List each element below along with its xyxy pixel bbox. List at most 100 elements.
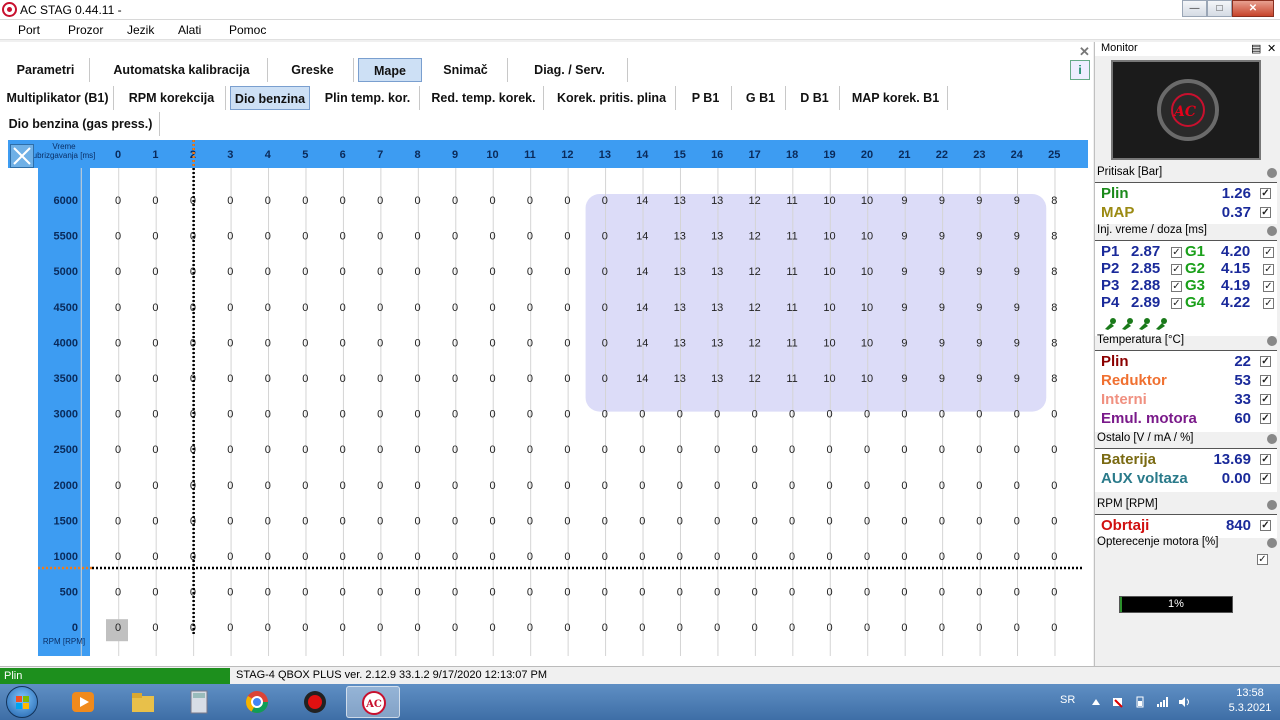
tray-arrow-icon[interactable]	[1090, 696, 1102, 708]
taskbar-recorder[interactable]	[288, 686, 342, 718]
monitor-checkbox[interactable]: ✓	[1260, 207, 1271, 218]
map-cell: 9	[1014, 266, 1020, 278]
column-header: 5	[302, 149, 308, 161]
injector-p-checkbox[interactable]: ✓	[1171, 247, 1182, 258]
tab-plin-temp-kor-[interactable]: Plin temp. kor.	[316, 86, 420, 110]
monitor-checkbox[interactable]: ✓	[1260, 413, 1271, 424]
taskbar-ac-stag[interactable]: AC	[346, 686, 400, 718]
column-header: 21	[898, 149, 910, 161]
taskbar-chrome[interactable]	[230, 686, 284, 718]
load-checkbox[interactable]: ✓	[1257, 554, 1268, 565]
taskbar-media-player[interactable]	[56, 686, 110, 718]
monitor-label: MAP	[1101, 204, 1135, 221]
tab-dio-benzina-gas-press-[interactable]: Dio benzina (gas press.)	[2, 112, 160, 136]
map-cell: 8	[1051, 337, 1057, 349]
clock-date: 5.3.2021	[1228, 702, 1272, 714]
tab-d-b1[interactable]: D B1	[790, 86, 840, 110]
start-button[interactable]	[6, 686, 38, 718]
collapse-arrow-icon[interactable]	[1267, 226, 1277, 236]
menu-port[interactable]: Port	[18, 23, 40, 37]
tab-rpm-korekcija[interactable]: RPM korekcija	[118, 86, 226, 110]
monitor-checkbox[interactable]: ✓	[1260, 188, 1271, 199]
collapse-arrow-icon[interactable]	[1267, 434, 1277, 444]
map-cell: 0	[115, 266, 121, 278]
expand-grid-button[interactable]	[10, 144, 34, 168]
tab-map-korek-b1[interactable]: MAP korek. B1	[844, 86, 948, 110]
map-cell: 0	[939, 409, 945, 421]
monitor-label: AUX voltaza	[1101, 470, 1188, 487]
taskbar-calculator[interactable]	[172, 686, 226, 718]
panel-close-icon[interactable]: ✕	[1079, 44, 1090, 60]
menu-pomoc[interactable]: Pomoc	[229, 23, 266, 37]
monitor-checkbox[interactable]: ✓	[1260, 473, 1271, 484]
battery-icon[interactable]	[1134, 696, 1146, 708]
map-cell: 9	[976, 302, 982, 314]
tab-diag-serv-[interactable]: Diag. / Serv.	[512, 58, 628, 82]
column-header: 9	[452, 149, 458, 161]
injector-p-checkbox[interactable]: ✓	[1171, 264, 1182, 275]
map-cell: 0	[340, 337, 346, 349]
menu-prozor[interactable]: Prozor	[68, 23, 103, 37]
collapse-arrow-icon[interactable]	[1267, 500, 1277, 510]
map-table[interactable]: Vreme ubrizgavanja [ms] 0 1 2 3 4 5 6 7 8 9 10 11 12 13…	[8, 140, 1088, 656]
menu-jezik[interactable]: Jezik	[127, 23, 154, 37]
taskbar-explorer[interactable]	[116, 686, 170, 718]
tab-g-b1[interactable]: G B1	[736, 86, 786, 110]
tab-dio-benzina[interactable]: Dio benzina	[230, 86, 310, 110]
tab-p-b1[interactable]: P B1	[680, 86, 732, 110]
status-mode: Plin	[0, 668, 230, 684]
map-cell: 0	[452, 444, 458, 456]
tab-korek-pritis-plina[interactable]: Korek. pritis. plina	[548, 86, 676, 110]
minimize-button[interactable]: —	[1182, 0, 1207, 17]
monitor-checkbox[interactable]: ✓	[1260, 394, 1271, 405]
map-cell: 0	[789, 622, 795, 634]
map-cell: 0	[564, 444, 570, 456]
monitor-checkbox[interactable]: ✓	[1260, 520, 1271, 531]
injector-g-checkbox[interactable]: ✓	[1263, 298, 1274, 309]
temperature-section: Temperatura [°C]	[1095, 334, 1280, 350]
monitor-checkbox[interactable]: ✓	[1260, 375, 1271, 386]
map-cell: 9	[976, 195, 982, 207]
injector-g-checkbox[interactable]: ✓	[1263, 264, 1274, 275]
tab-automatska-kalibracija[interactable]: Automatska kalibracija	[96, 58, 268, 82]
map-cell: 0	[340, 373, 346, 385]
pin-icon[interactable]: ▤	[1251, 42, 1261, 55]
network-signal-icon[interactable]	[1156, 696, 1168, 708]
map-cell: 0	[901, 444, 907, 456]
map-cell: 9	[976, 337, 982, 349]
menu-alati[interactable]: Alati	[178, 23, 201, 37]
monitor-checkbox[interactable]: ✓	[1260, 454, 1271, 465]
fuel-map-grid[interactable]: Vreme ubrizgavanja [ms] 0 1 2 3 4 5 6 7 8 9 10 11 12 13…	[8, 140, 1088, 656]
tab-red-temp-korek-[interactable]: Red. temp. korek.	[424, 86, 544, 110]
injector-g-checkbox[interactable]: ✓	[1263, 247, 1274, 258]
svg-text:AC: AC	[365, 699, 382, 710]
injector-p-checkbox[interactable]: ✓	[1171, 298, 1182, 309]
injector-p-checkbox[interactable]: ✓	[1171, 281, 1182, 292]
tab-parametri[interactable]: Parametri	[2, 58, 90, 82]
language-indicator[interactable]: SR	[1060, 694, 1075, 706]
close-button[interactable]: ✕	[1232, 0, 1274, 17]
volume-icon[interactable]	[1178, 696, 1190, 708]
map-cell: 9	[901, 195, 907, 207]
injector-g-checkbox[interactable]: ✓	[1263, 281, 1274, 292]
map-cell: 0	[564, 266, 570, 278]
tab-snima-[interactable]: Snimač	[424, 58, 508, 82]
map-cell: 0	[190, 337, 196, 349]
map-cell: 0	[265, 373, 271, 385]
map-cell: 0	[115, 337, 121, 349]
map-cell: 0	[602, 266, 608, 278]
tab-multiplikator-b1-[interactable]: Multiplikator (B1)	[2, 86, 114, 110]
monitor-close-icon[interactable]: ✕	[1267, 42, 1276, 55]
collapse-arrow-icon[interactable]	[1267, 168, 1277, 178]
tab-greske[interactable]: Greske	[272, 58, 354, 82]
tab-mape[interactable]: Mape	[358, 58, 422, 82]
map-cell: 13	[674, 302, 686, 314]
collapse-arrow-icon[interactable]	[1267, 336, 1277, 346]
map-cell: 0	[602, 195, 608, 207]
monitor-checkbox[interactable]: ✓	[1260, 356, 1271, 367]
collapse-arrow-icon[interactable]	[1267, 538, 1277, 548]
help-button[interactable]: i	[1070, 60, 1090, 80]
clock[interactable]: 13:58 5.3.2021	[1220, 687, 1280, 714]
action-center-icon[interactable]	[1112, 696, 1124, 708]
maximize-button[interactable]: □	[1207, 0, 1232, 17]
